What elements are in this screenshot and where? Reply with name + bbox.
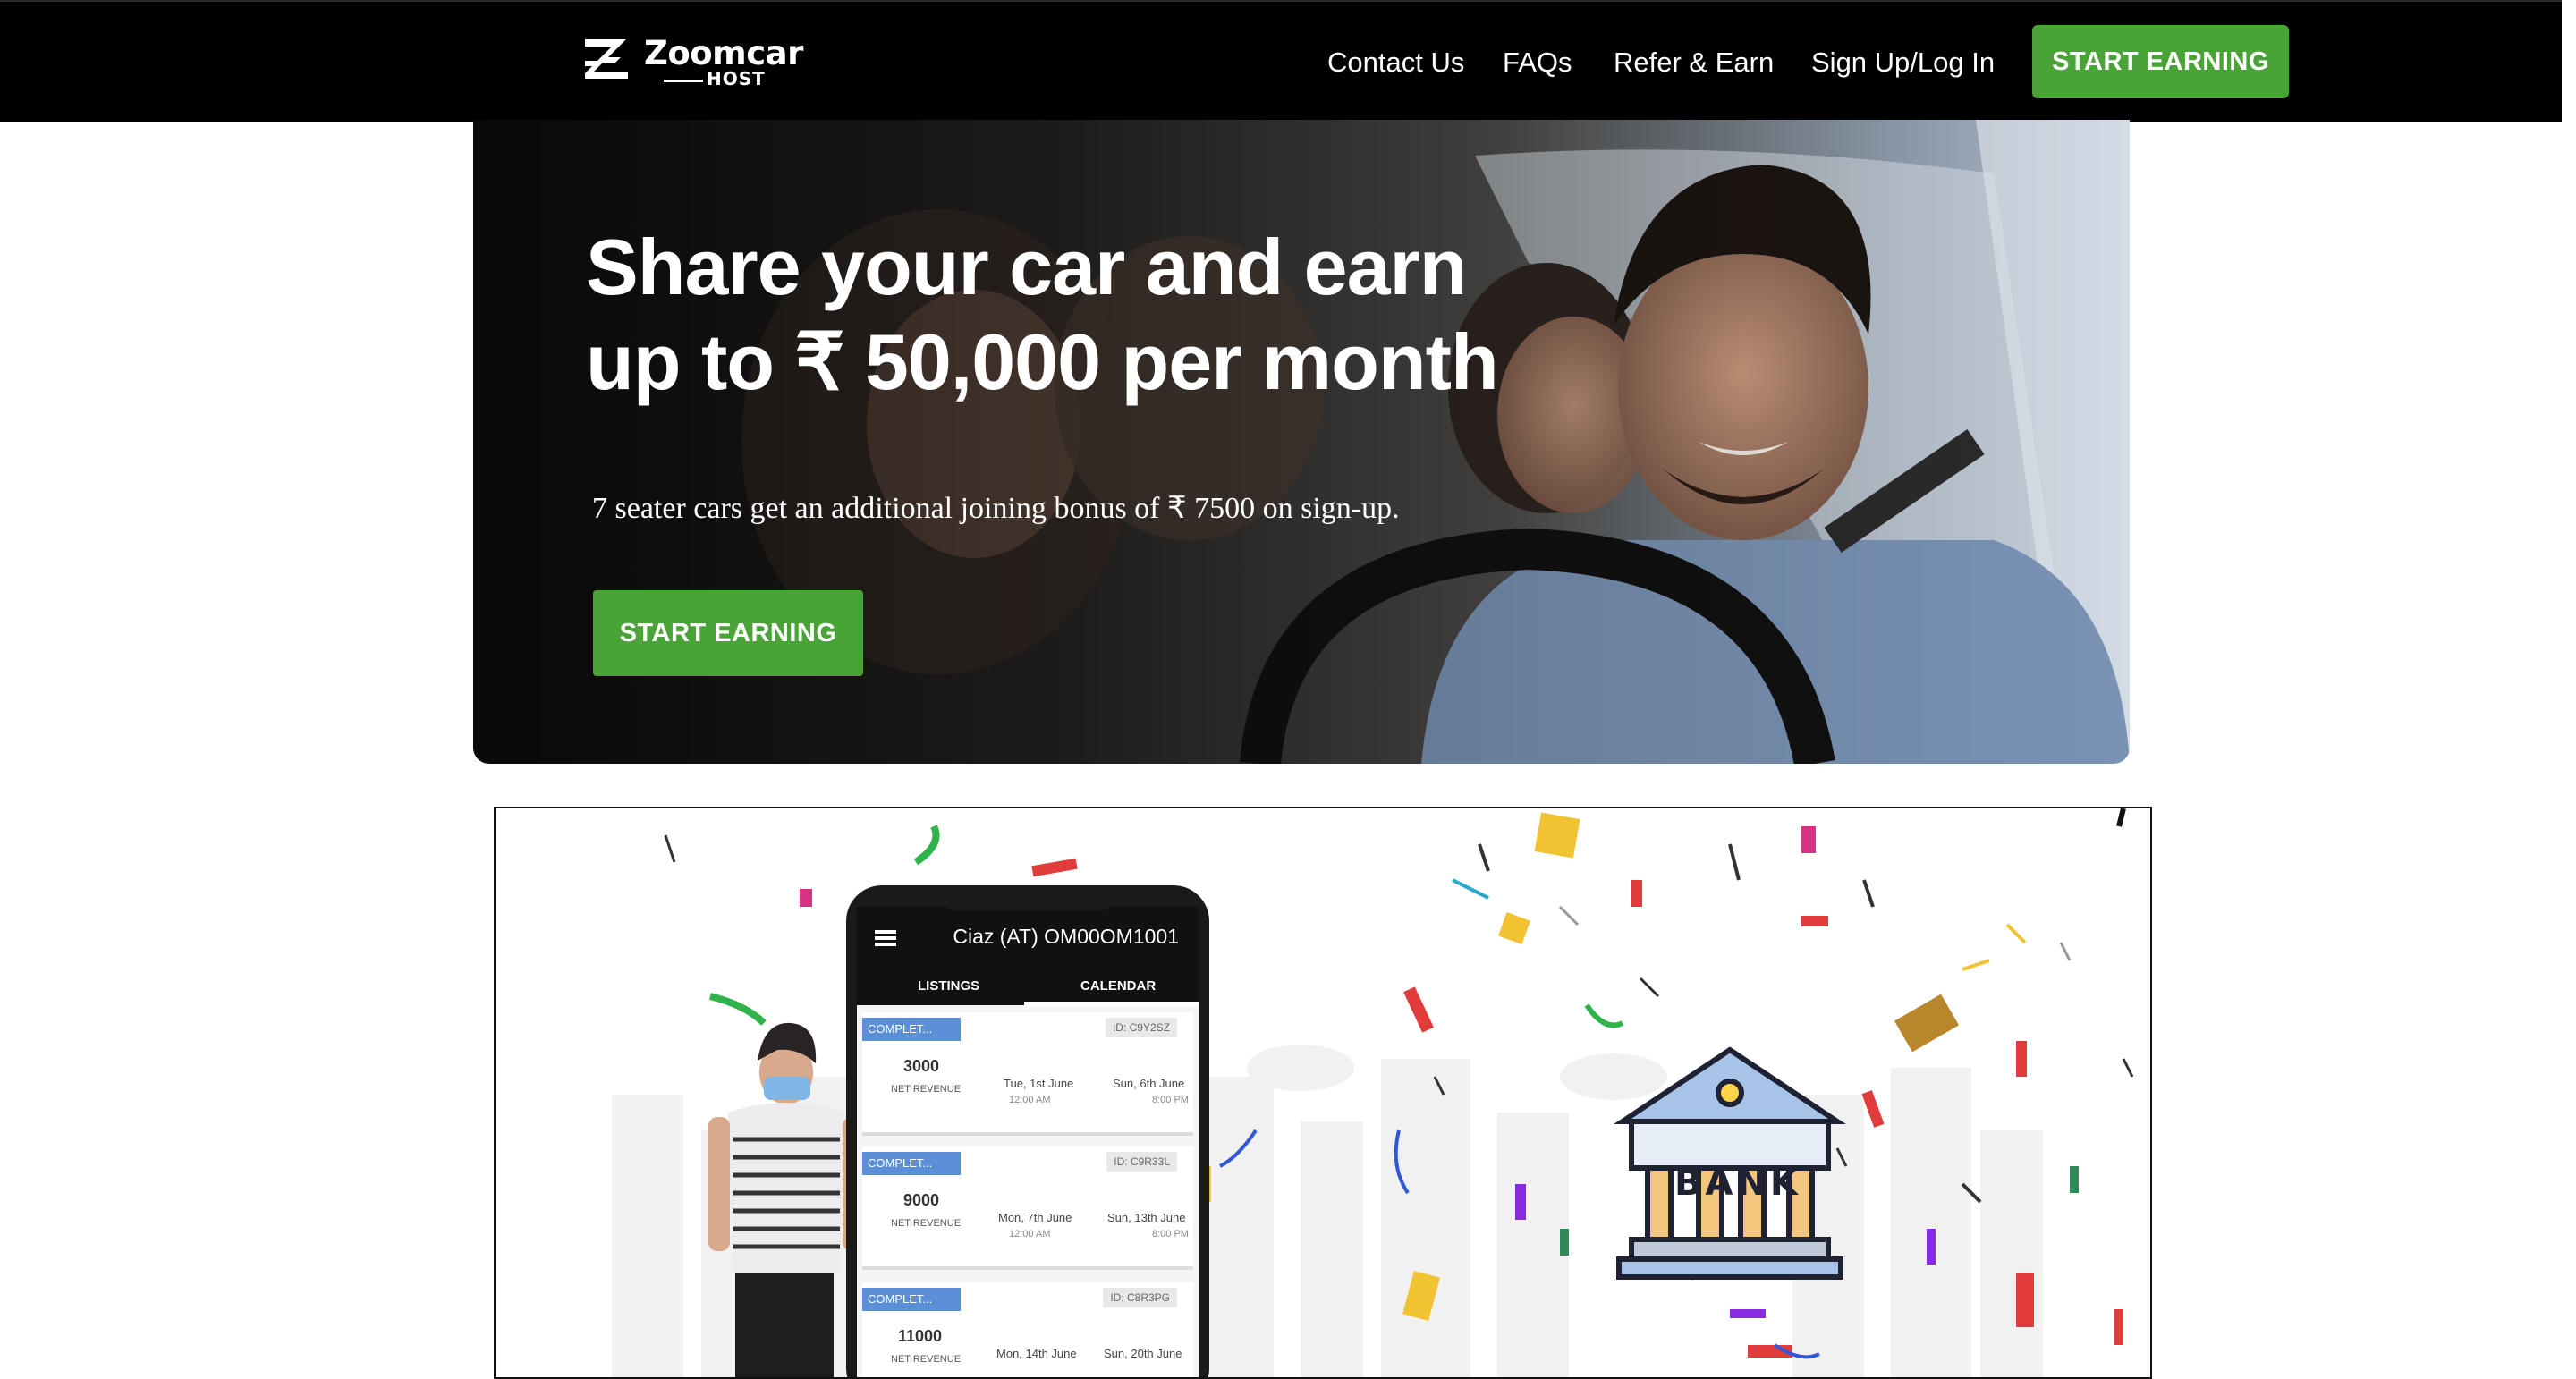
booking-id: ID: C8R3PG [1103, 1288, 1177, 1307]
start-date: Mon, 7th June [998, 1211, 1072, 1224]
hero-title: Share your car and earn up to ₹ 50,000 p… [586, 220, 1659, 410]
start-time: 12:00 AM [1009, 1229, 1051, 1239]
net-revenue-amount: 9000 [903, 1191, 940, 1209]
bank-label: BANK [1674, 1163, 1801, 1204]
nav-start-earning-button[interactable]: START EARNING [2032, 25, 2289, 98]
promo-illustration-card: Ciaz (AT) OM00OM1001 LISTINGS CALENDAR C… [494, 807, 2152, 1379]
status-tag: COMPLET... [862, 1288, 961, 1311]
hero-subtitle: 7 seater cars get an additional joining … [592, 492, 1400, 525]
nav-faqs[interactable]: FAQs [1503, 43, 1572, 82]
net-revenue-label: NET REVENUE [891, 1354, 962, 1365]
start-date: Tue, 1st June [1004, 1077, 1074, 1090]
tab-calendar[interactable]: CALENDAR [1080, 978, 1156, 994]
nav-contact-us[interactable]: Contact Us [1327, 43, 1464, 82]
booking-card[interactable]: COMPLET... ID: C9R33L 9000 NET REVENUE M… [862, 1146, 1193, 1270]
booking-card[interactable]: COMPLET... ID: C8R3PG 11000 NET REVENUE … [862, 1282, 1193, 1377]
nav-signup-login[interactable]: Sign Up/Log In [1811, 43, 1995, 82]
phone-screen: Ciaz (AT) OM00OM1001 LISTINGS CALENDAR C… [857, 907, 1199, 1377]
start-date: Mon, 14th June [996, 1347, 1077, 1360]
booking-id: ID: C9R33L [1106, 1152, 1177, 1172]
hero-banner: Share your car and earn up to ₹ 50,000 p… [473, 120, 2130, 764]
status-tag: COMPLET... [862, 1018, 961, 1041]
end-time: 8:00 PM [1152, 1095, 1189, 1105]
top-navbar: Zoomcar HOST Contact Us FAQs Refer & Ear… [0, 0, 2562, 122]
hero-start-earning-button[interactable]: START EARNING [593, 590, 863, 676]
end-date: Sun, 20th June [1104, 1347, 1182, 1360]
booking-id: ID: C9Y2SZ [1105, 1018, 1177, 1037]
end-time: 8:00 PM [1152, 1229, 1189, 1239]
promo-illustration [612, 808, 2134, 1377]
net-revenue-label: NET REVENUE [891, 1084, 962, 1095]
status-tag: COMPLET... [862, 1152, 961, 1175]
net-revenue-amount: 3000 [903, 1057, 940, 1075]
booking-card[interactable]: COMPLET... ID: C9Y2SZ 3000 NET REVENUE T… [862, 1012, 1193, 1136]
car-listing-title: Ciaz (AT) OM00OM1001 [953, 925, 1179, 948]
tab-listings[interactable]: LISTINGS [918, 978, 979, 994]
hero-title-line-2: up to ₹ 50,000 per month [586, 317, 1499, 406]
net-revenue-amount: 11000 [898, 1327, 943, 1345]
end-date: Sun, 6th June [1113, 1077, 1185, 1090]
hero-title-line-1: Share your car and earn [586, 223, 1468, 311]
net-revenue-label: NET REVENUE [891, 1218, 962, 1229]
start-time: 12:00 AM [1009, 1095, 1051, 1105]
end-date: Sun, 13th June [1107, 1211, 1186, 1224]
hamburger-menu-icon[interactable] [875, 930, 896, 946]
nav-refer-earn[interactable]: Refer & Earn [1614, 43, 1774, 82]
